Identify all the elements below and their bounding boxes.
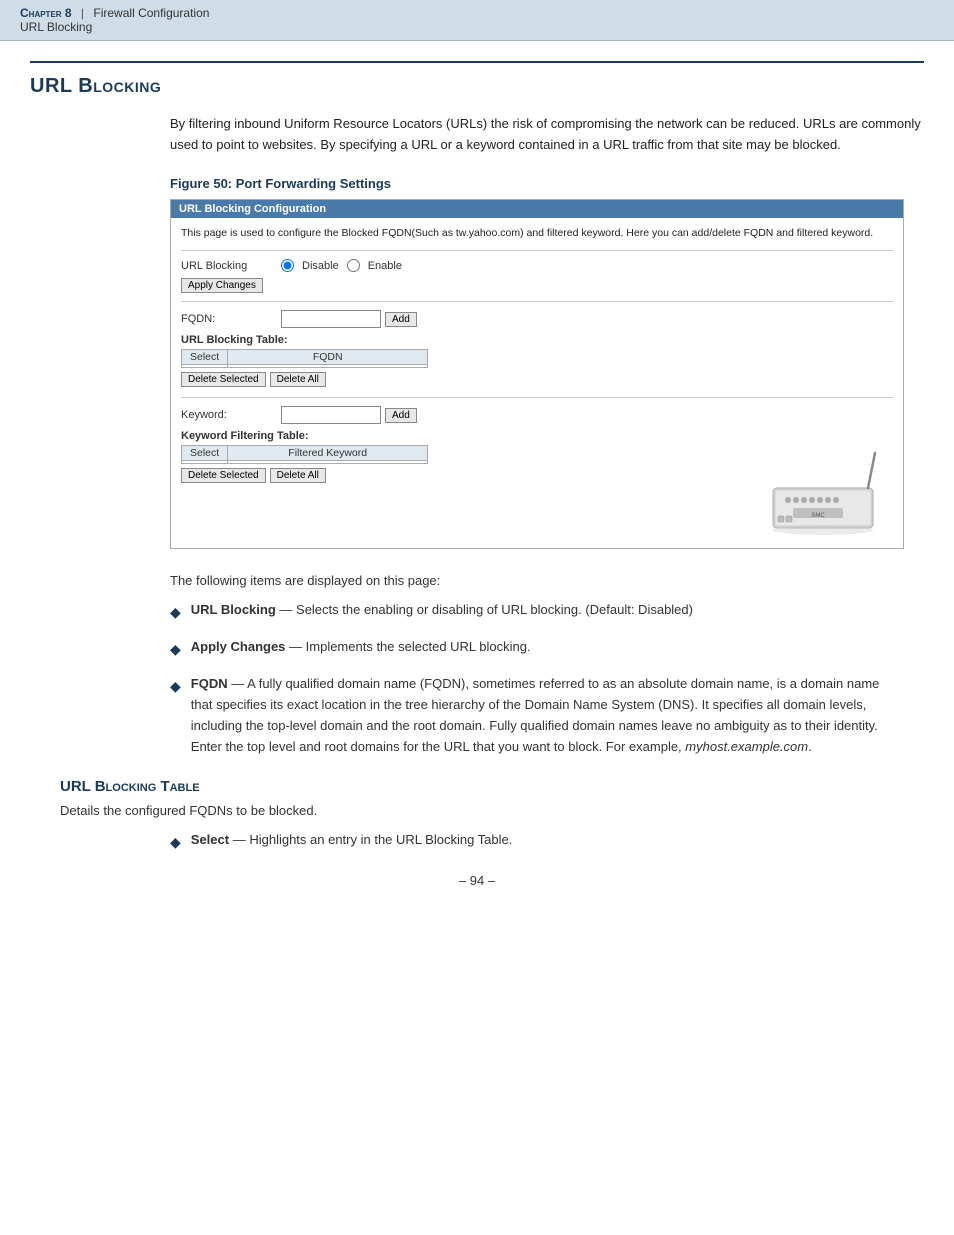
bullet-desc-4: — Highlights an entry in the URL Blockin… bbox=[233, 832, 513, 847]
chapter-label: Chapter 8 bbox=[20, 6, 72, 20]
body-intro: The following items are displayed on thi… bbox=[170, 573, 904, 588]
url-blocking-table: Select FQDN bbox=[181, 349, 428, 368]
delete-all-2-button[interactable]: Delete All bbox=[270, 468, 326, 483]
disable-label: Disable bbox=[302, 260, 339, 272]
keyword-filtering-table: Select Filtered Keyword bbox=[181, 445, 428, 464]
table-row bbox=[182, 461, 428, 464]
screenshot-inner: URL Blocking Configuration This page is … bbox=[171, 200, 903, 548]
apply-changes-button[interactable]: Apply Changes bbox=[181, 278, 263, 293]
figure-caption: Figure 50: Port Forwarding Settings bbox=[170, 176, 924, 191]
screenshot-desc: This page is used to configure the Block… bbox=[181, 226, 893, 241]
router-image: SMC bbox=[713, 448, 893, 538]
keyword-label: Keyword: bbox=[181, 409, 281, 421]
url-blocking-row: URL Blocking Disable Enable bbox=[181, 259, 893, 272]
fqdn-input[interactable] bbox=[281, 310, 381, 328]
col-select-1: Select bbox=[182, 350, 228, 365]
col-fqdn: FQDN bbox=[228, 350, 428, 365]
bullet-text-1: URL Blocking — Selects the enabling or d… bbox=[191, 600, 904, 621]
page-header: Chapter 8 | Firewall Configuration URL B… bbox=[0, 0, 954, 41]
screenshot-title-bar: URL Blocking Configuration bbox=[171, 200, 903, 218]
url-blocking-radios: Disable Enable bbox=[281, 259, 402, 272]
intro-paragraph: By filtering inbound Uniform Resource Lo… bbox=[170, 114, 924, 156]
fqdn-row: FQDN: Add bbox=[181, 310, 893, 328]
fqdn-add-button[interactable]: Add bbox=[385, 312, 417, 327]
url-blocking-table-title: URL Blocking Table bbox=[60, 778, 904, 795]
bullet-url-blocking: ◆ URL Blocking — Selects the enabling or… bbox=[170, 600, 904, 623]
bullet-term-4: Select bbox=[191, 832, 229, 847]
main-content: URL Blocking By filtering inbound Unifor… bbox=[0, 41, 954, 918]
screenshot-divider-1 bbox=[181, 250, 893, 251]
delete-selected-1-button[interactable]: Delete Selected bbox=[181, 372, 266, 387]
page-number: – 94 – bbox=[459, 873, 495, 888]
bullet-text-3: FQDN — A fully qualified domain name (FQ… bbox=[191, 674, 904, 757]
screenshot-body: This page is used to configure the Block… bbox=[171, 218, 903, 548]
screenshot-divider-3 bbox=[181, 397, 893, 398]
col-select-2: Select bbox=[182, 446, 228, 461]
bullet-select: ◆ Select — Highlights an entry in the UR… bbox=[170, 830, 904, 853]
header-section: Firewall Configuration bbox=[93, 6, 209, 20]
screenshot-divider-2 bbox=[181, 301, 893, 302]
bullet-apply-changes: ◆ Apply Changes — Implements the selecte… bbox=[170, 637, 904, 660]
keyword-row: Keyword: Add bbox=[181, 406, 893, 424]
enable-radio[interactable] bbox=[347, 259, 360, 272]
bullet-term-1: URL Blocking bbox=[191, 602, 276, 617]
header-subsection: URL Blocking bbox=[20, 20, 92, 34]
table-row bbox=[182, 365, 428, 368]
keyword-input[interactable] bbox=[281, 406, 381, 424]
col-filtered-keyword: Filtered Keyword bbox=[228, 446, 428, 461]
bullet-fqdn: ◆ FQDN — A fully qualified domain name (… bbox=[170, 674, 904, 757]
keyword-add-button[interactable]: Add bbox=[385, 408, 417, 423]
page-title: URL Blocking bbox=[30, 75, 924, 98]
header-separator: | bbox=[81, 6, 84, 20]
bullet-desc-3: — A fully qualified domain name (FQDN), … bbox=[191, 676, 880, 753]
fqdn-label: FQDN: bbox=[181, 313, 281, 325]
delete-selected-2-button[interactable]: Delete Selected bbox=[181, 468, 266, 483]
section-divider bbox=[30, 61, 924, 63]
bullet-diamond-3: ◆ bbox=[170, 675, 181, 697]
url-blocking-table-label: URL Blocking Table: bbox=[181, 334, 893, 346]
bullet-desc-1: — Selects the enabling or disabling of U… bbox=[279, 602, 693, 617]
url-blocking-label: URL Blocking bbox=[181, 260, 281, 272]
bullet-term-2: Apply Changes bbox=[191, 639, 286, 654]
page-footer: – 94 – bbox=[30, 873, 924, 898]
disable-radio[interactable] bbox=[281, 259, 294, 272]
bullet-text-2: Apply Changes — Implements the selected … bbox=[191, 637, 904, 658]
enable-label: Enable bbox=[368, 260, 402, 272]
url-blocking-table-desc: Details the configured FQDNs to be block… bbox=[60, 803, 904, 818]
bullet-diamond-1: ◆ bbox=[170, 601, 181, 623]
svg-text:SMC: SMC bbox=[811, 513, 825, 519]
bullet-term-3: FQDN bbox=[191, 676, 228, 691]
bullet-desc-2: — Implements the selected URL blocking. bbox=[289, 639, 531, 654]
body-text-section: The following items are displayed on thi… bbox=[170, 573, 904, 758]
url-blocking-table-section: URL Blocking Table Details the configure… bbox=[60, 778, 904, 853]
screenshot-box: URL Blocking Configuration This page is … bbox=[170, 199, 904, 549]
bullet-text-4: Select — Highlights an entry in the URL … bbox=[191, 830, 904, 851]
bullet-diamond-4: ◆ bbox=[170, 831, 181, 853]
bullet-diamond-2: ◆ bbox=[170, 638, 181, 660]
keyword-filtering-table-label: Keyword Filtering Table: bbox=[181, 430, 893, 442]
delete-all-1-button[interactable]: Delete All bbox=[270, 372, 326, 387]
